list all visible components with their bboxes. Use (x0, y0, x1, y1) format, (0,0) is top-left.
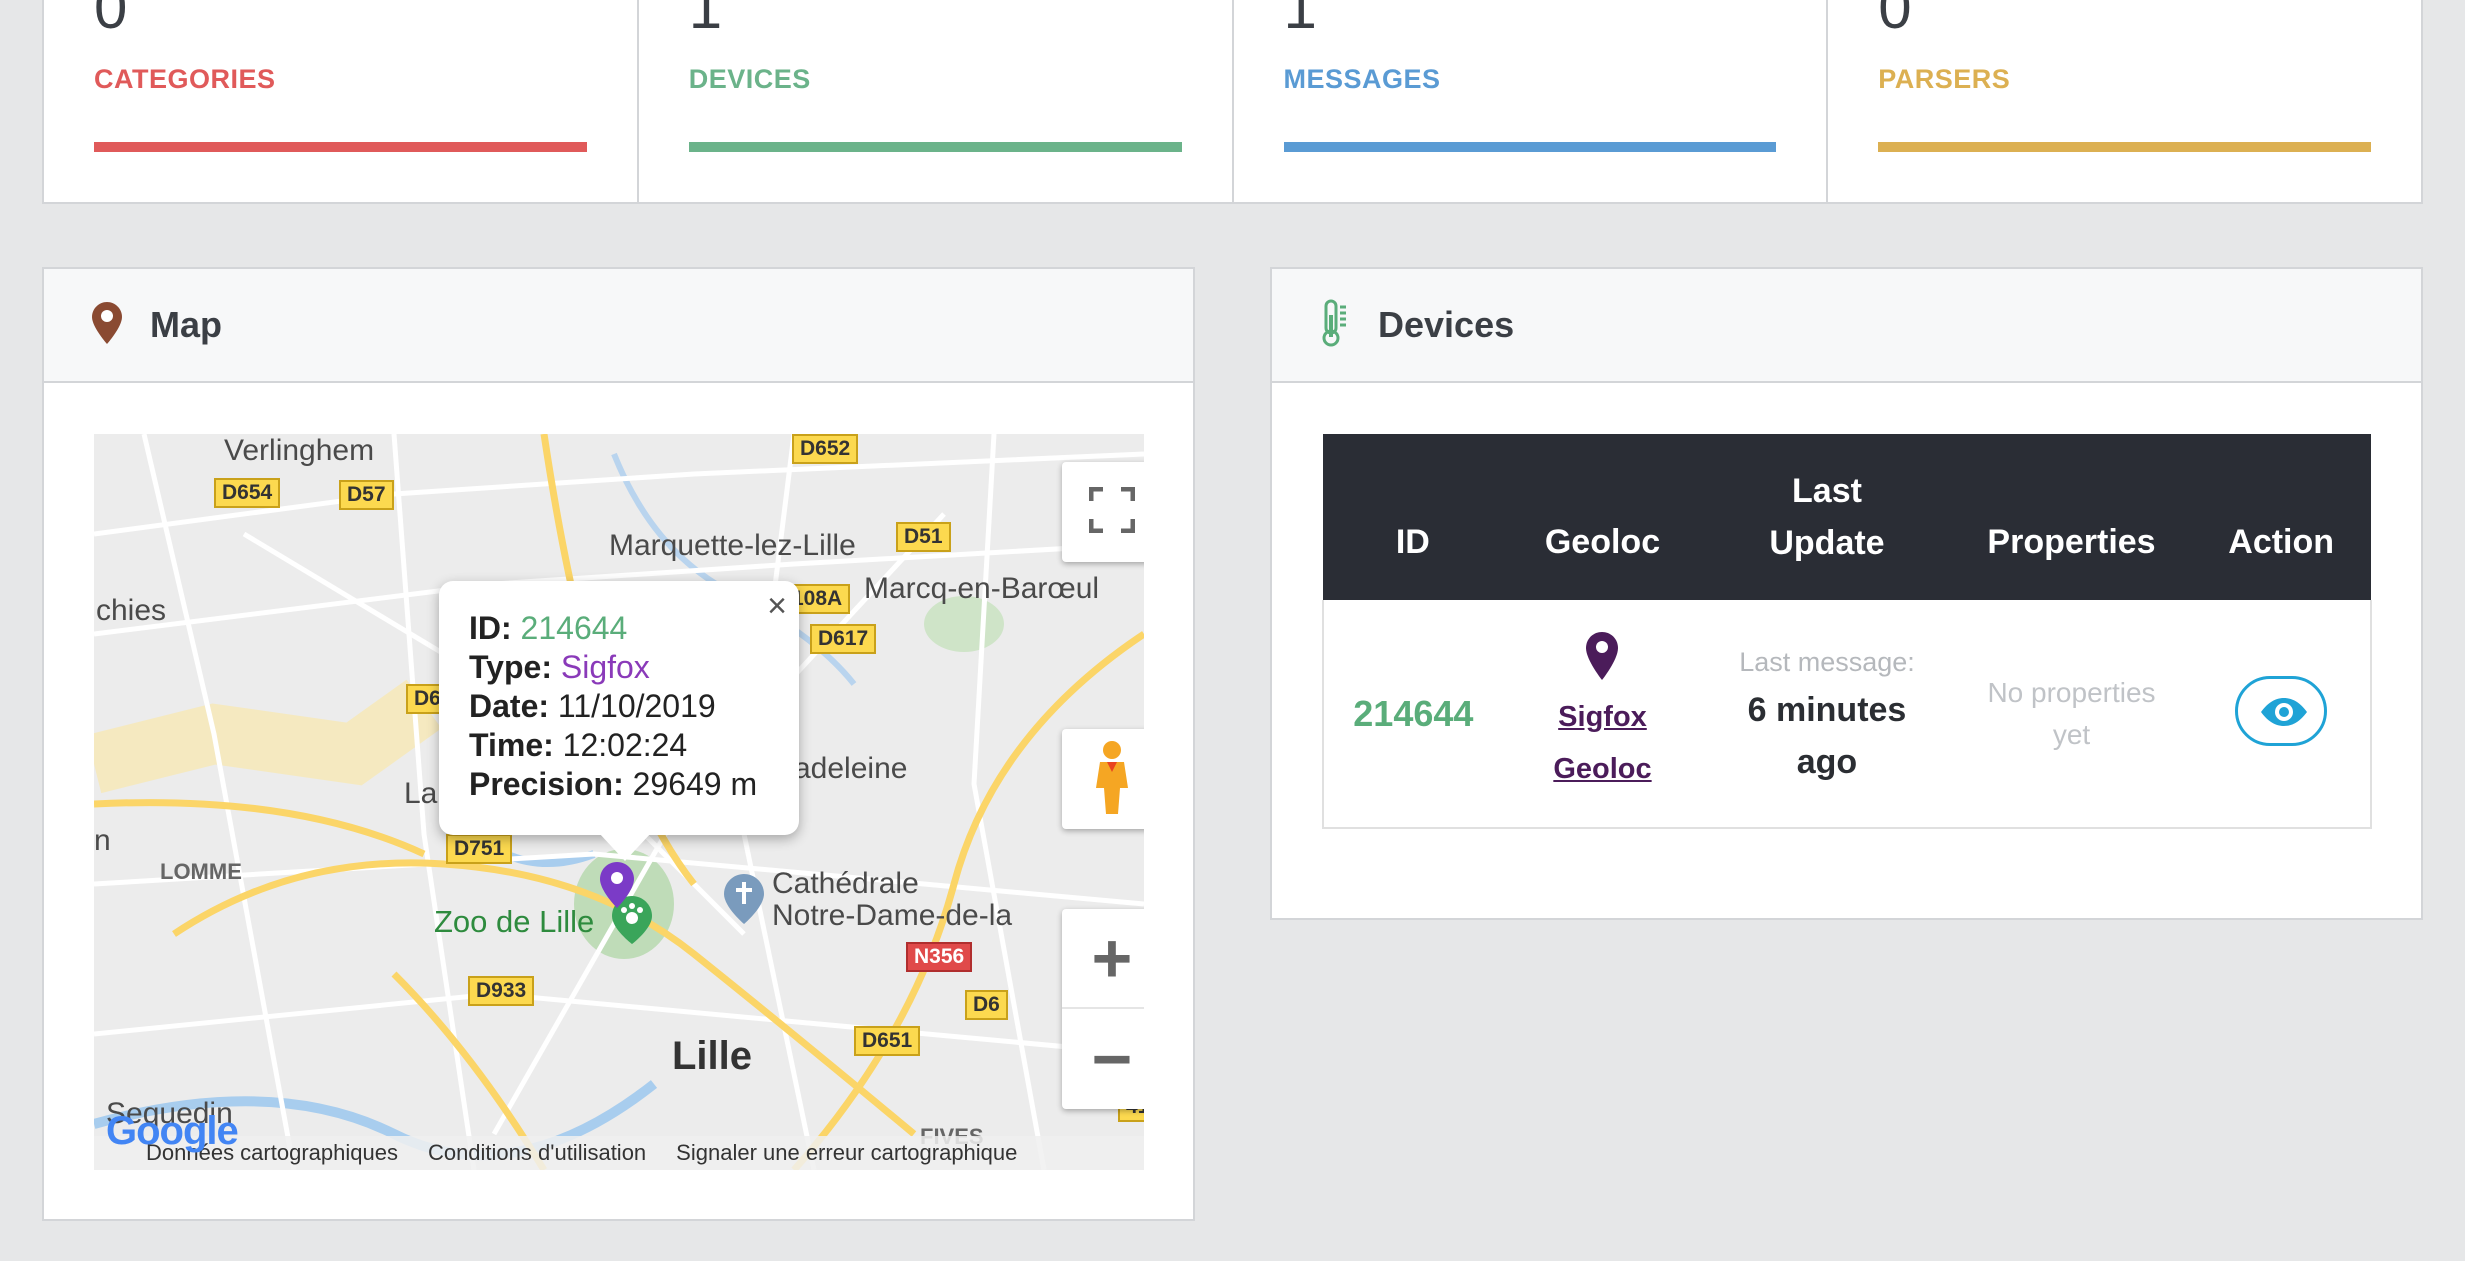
pegman-icon (1092, 740, 1132, 819)
stat-devices[interactable]: 1 DEVICES (639, 0, 1234, 202)
zoom-controls: + − (1062, 909, 1144, 1109)
stats-bar: 0 CATEGORIES 1 DEVICES 1 MESSAGES 0 PARS… (42, 0, 2423, 204)
stat-bar (1283, 142, 1777, 152)
stat-bar (94, 142, 587, 152)
eye-icon (2259, 697, 2309, 732)
device-id[interactable]: 214644 (1322, 600, 1503, 829)
view-device-button[interactable] (2234, 676, 2327, 746)
stat-label: CATEGORIES (94, 64, 276, 94)
device-geoloc-cell: Sigfox Geoloc (1502, 600, 1703, 829)
devices-panel: Devices ID Geoloc Last Update Properties… (1270, 267, 2423, 920)
column-header-last-update[interactable]: Last Update (1702, 434, 1952, 600)
popup-precision: Precision: 29649 m (469, 766, 758, 802)
stat-count: 0 (94, 0, 128, 41)
stat-label: MESSAGES (1283, 64, 1441, 94)
stat-messages[interactable]: 1 MESSAGES (1234, 0, 1829, 202)
google-map[interactable]: Verlinghem Marquette-lez-Lille Marcq-en-… (94, 434, 1144, 1170)
map-label: adeleine (794, 752, 908, 785)
road-shield: D57 (339, 480, 394, 510)
map-label: Notre-Dame-de-la (772, 899, 1013, 932)
google-logo: Google (106, 1109, 239, 1153)
table-row: 214644 Sigfox Geoloc Last message: 6 min… (1322, 600, 2372, 829)
last-message-label: Last message: (1739, 646, 1915, 677)
zoom-in-button[interactable]: + (1062, 909, 1144, 1009)
stat-count: 1 (688, 0, 723, 41)
no-properties-text: No properties (1987, 676, 2156, 708)
report-error-link[interactable]: Signaler une erreur cartographique (676, 1140, 1017, 1166)
marker-info-popup: × ID: 214644 Type: Sigfox Date: 11/10/20… (439, 581, 799, 861)
close-icon[interactable]: × (767, 587, 787, 626)
map-pin-icon (1503, 632, 1703, 685)
popup-id: ID: 214644 (469, 610, 628, 646)
road-shield: D652 (792, 434, 859, 464)
device-last-update: Last message: 6 minutes ago (1702, 600, 1952, 829)
road-shield: D933 (468, 976, 535, 1006)
map-label: Cathédrale (772, 867, 919, 900)
fullscreen-icon (1088, 486, 1136, 538)
device-action (2191, 600, 2372, 829)
popup-date: Date: 11/10/2019 (469, 688, 716, 724)
map-label: Marquette-lez-Lille (609, 529, 856, 562)
device-marker-icon[interactable] (600, 862, 634, 913)
map-pin-icon (92, 301, 122, 349)
stat-count: 0 (1878, 0, 1912, 41)
map-label: Zoo de Lille (434, 904, 595, 939)
popup-time: Time: 12:02:24 (469, 727, 688, 763)
thermometer-icon (1320, 299, 1350, 352)
zoom-out-button[interactable]: − (1062, 1009, 1144, 1109)
stat-bar (1878, 142, 2371, 152)
fullscreen-button[interactable] (1062, 462, 1144, 562)
stat-label: DEVICES (688, 64, 811, 94)
stat-parsers[interactable]: 0 PARSERS (1828, 0, 2421, 202)
column-header-id[interactable]: ID (1323, 434, 1503, 600)
column-header-geoloc[interactable]: Geoloc (1502, 434, 1703, 600)
stat-categories[interactable]: 0 CATEGORIES (44, 0, 639, 202)
road-shield: D751 (446, 834, 513, 864)
map-label: Marcq-en-Barœul (864, 572, 1100, 605)
road-shield: D617 (810, 624, 877, 654)
no-properties-text: yet (2052, 718, 2091, 750)
road-shield: N356 (906, 942, 973, 972)
road-shield: D51 (896, 522, 951, 552)
sigfox-geoloc-link[interactable]: Sigfox Geoloc (1503, 691, 1703, 795)
map-panel-header: Map (44, 269, 1193, 383)
stat-count: 1 (1283, 0, 1317, 41)
table-header-row: ID Geoloc Last Update Properties Action (1323, 434, 2371, 600)
church-icon (724, 874, 764, 929)
road-shield: D6 (965, 990, 1008, 1020)
road-shield: D651 (854, 1026, 921, 1056)
column-header-properties[interactable]: Properties (1951, 434, 2192, 600)
panel-title: Devices (1378, 304, 1515, 345)
terms-link[interactable]: Conditions d'utilisation (428, 1140, 646, 1166)
stat-label: PARSERS (1878, 64, 2011, 94)
map-attribution: Données cartographiques Conditions d'uti… (94, 1136, 1144, 1170)
column-header-action[interactable]: Action (2191, 434, 2371, 600)
map-label: La (404, 777, 438, 810)
map-label: Lille (672, 1034, 753, 1078)
stat-bar (688, 142, 1182, 152)
map-label: n (94, 824, 111, 857)
popup-type: Type: Sigfox (469, 649, 650, 685)
last-message-value: 6 minutes (1747, 690, 1907, 729)
map-panel: Map Verlinghem Marquette-lez-Lille Marcq… (42, 267, 1195, 1221)
last-message-value: ago (1796, 742, 1858, 781)
map-label: Verlinghem (224, 434, 375, 467)
map-label: LOMME (160, 859, 242, 884)
road-shield: D654 (214, 478, 281, 508)
devices-panel-header: Devices (1272, 269, 2421, 383)
panel-title: Map (150, 304, 222, 345)
street-view-button[interactable] (1062, 729, 1144, 829)
device-properties: No properties yet (1951, 600, 2192, 829)
devices-table: ID Geoloc Last Update Properties Action … (1322, 434, 2372, 829)
map-label: chies (96, 594, 167, 627)
